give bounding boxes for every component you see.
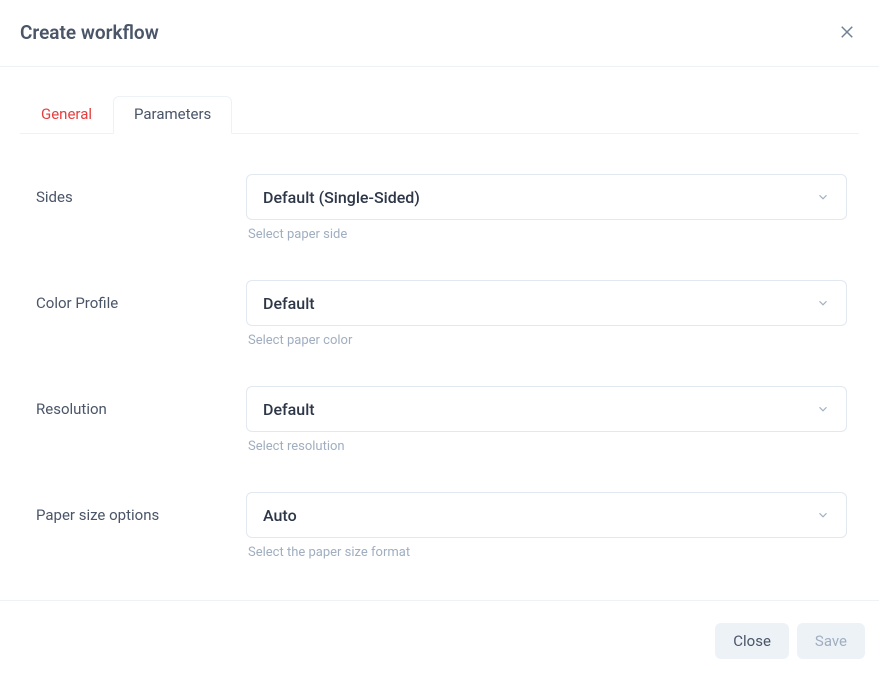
select-sides[interactable]: Default (Single-Sided) [246,174,847,220]
helper-sides: Select paper side [246,227,847,242]
dialog-title: Create workflow [20,21,159,44]
close-icon[interactable] [835,20,859,44]
select-paper-size[interactable]: Auto [246,492,847,538]
chevron-down-icon [816,296,830,310]
label-resolution: Resolution [36,386,246,418]
field-row-sides: Sides Default (Single-Sided) Select pape… [36,174,847,242]
dialog-header: Create workflow [0,0,879,67]
form-body: Sides Default (Single-Sided) Select pape… [0,134,879,600]
field-row-resolution: Resolution Default Select resolution [36,386,847,454]
chevron-down-icon [816,508,830,522]
field-row-color-profile: Color Profile Default Select paper color [36,280,847,348]
close-button[interactable]: Close [715,623,789,659]
tabs: General Parameters [20,67,859,134]
field-paper-size: Auto Select the paper size format [246,492,847,560]
dialog-footer: Close Save [0,600,879,673]
tab-general[interactable]: General [20,96,113,134]
field-sides: Default (Single-Sided) Select paper side [246,174,847,242]
save-button[interactable]: Save [797,623,865,659]
chevron-down-icon [816,402,830,416]
tabs-container: General Parameters [0,67,879,134]
select-color-profile[interactable]: Default [246,280,847,326]
helper-color-profile: Select paper color [246,333,847,348]
select-color-profile-value: Default [263,294,816,313]
label-color-profile: Color Profile [36,280,246,312]
helper-paper-size: Select the paper size format [246,545,847,560]
select-paper-size-value: Auto [263,506,816,525]
helper-resolution: Select resolution [246,439,847,454]
field-resolution: Default Select resolution [246,386,847,454]
chevron-down-icon [816,190,830,204]
field-row-paper-size: Paper size options Auto Select the paper… [36,492,847,560]
tab-parameters[interactable]: Parameters [113,96,232,134]
select-resolution-value: Default [263,400,816,419]
select-resolution[interactable]: Default [246,386,847,432]
label-sides: Sides [36,174,246,206]
select-sides-value: Default (Single-Sided) [263,188,816,207]
label-paper-size: Paper size options [36,492,246,524]
field-color-profile: Default Select paper color [246,280,847,348]
